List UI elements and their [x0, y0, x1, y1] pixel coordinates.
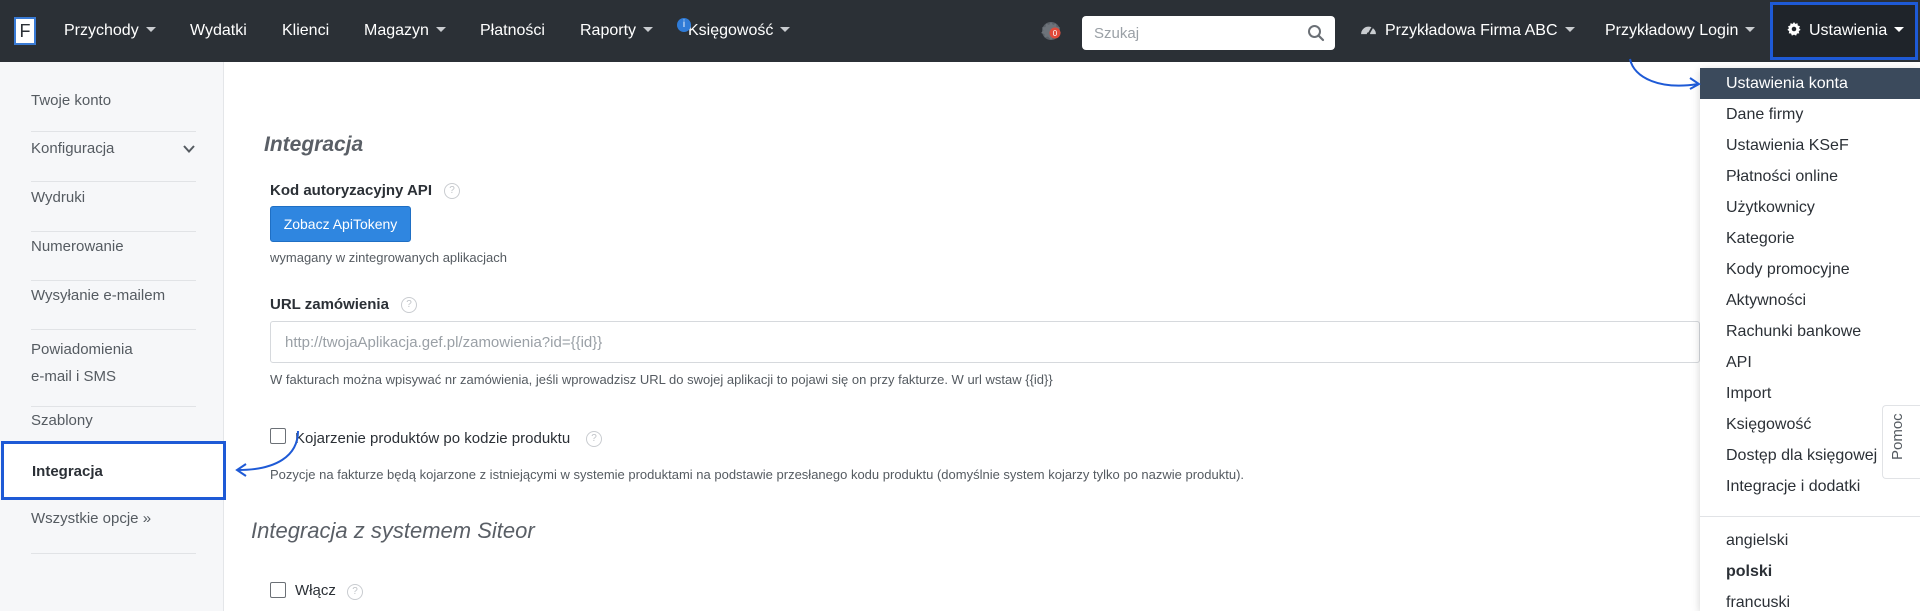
view-api-tokens-button[interactable]: Zobacz ApiTokeny: [270, 206, 411, 242]
menu-item-rachunki-bankowe[interactable]: Rachunki bankowe: [1700, 316, 1920, 347]
caret-down-icon: [145, 27, 156, 33]
sidebar-item-wysylanie[interactable]: Wysyłanie e-mailem: [31, 287, 196, 330]
menu-item-uzytkownicy[interactable]: Użytkownicy: [1700, 192, 1920, 223]
help-tab[interactable]: Pomoc: [1882, 405, 1920, 479]
login-selector[interactable]: Przykładowy Login: [1605, 0, 1756, 62]
nav-magazyn-label: Magazyn: [364, 22, 429, 39]
section-title: Integracja: [264, 133, 364, 156]
sidebar-item-integracja[interactable]: Integracja: [1, 441, 226, 500]
help-icon[interactable]: ?: [586, 431, 602, 447]
sidebar-item-powiadomienia[interactable]: Powiadomienia e-mail i SMS: [31, 336, 196, 407]
help-tab-label: Pomoc: [1889, 413, 1906, 460]
url-helper-text: W fakturach można wpisywać nr zamówienia…: [270, 372, 1053, 387]
sidebar-item-numerowanie[interactable]: Numerowanie: [31, 238, 196, 281]
company-name: Przykładowa Firma ABC: [1385, 22, 1558, 39]
dashboard-gauge-icon: [1361, 26, 1376, 37]
menu-item-lang-angielski[interactable]: angielski: [1700, 525, 1920, 556]
api-helper-text: wymagany w zintegrowanych aplikacjach: [270, 250, 508, 265]
menu-item-aktywnosci[interactable]: Aktywności: [1700, 285, 1920, 316]
nav-raporty-label: Raporty: [580, 22, 637, 39]
sidebar-item-label: Integracja: [32, 463, 103, 480]
settings-label: Ustawienia: [1809, 22, 1888, 39]
menu-divider: [1700, 516, 1920, 517]
menu-item-lang-polski[interactable]: polski: [1700, 556, 1920, 587]
sidebar-item-wydruki[interactable]: Wydruki: [31, 189, 196, 232]
caret-down-icon: [780, 27, 791, 33]
caret-down-icon: [643, 27, 654, 33]
siteor-enable-checkbox[interactable]: [270, 582, 286, 598]
menu-item-ustawienia-ksef[interactable]: Ustawienia KSeF: [1700, 130, 1920, 161]
siteor-enable-label[interactable]: Włącz: [295, 582, 336, 599]
sidebar-item-label: Wydruki: [31, 189, 86, 206]
annotation-arrow-icon: [235, 430, 299, 477]
nav-przychody-label: Przychody: [64, 22, 139, 39]
menu-item-platnosci-online[interactable]: Płatności online: [1700, 161, 1920, 192]
menu-item-kody-promocyjne[interactable]: Kody promocyjne: [1700, 254, 1920, 285]
menu-item-ustawienia-konta[interactable]: Ustawienia konta: [1700, 68, 1920, 99]
nav-ksiegowosc-label: Księgowość: [688, 22, 774, 39]
notification-icon[interactable]: 0: [1040, 20, 1062, 42]
sidebar-notch: [211, 461, 219, 477]
notification-count: 0: [1053, 29, 1058, 38]
sidebar-item-label: Szablony: [31, 412, 93, 429]
sidebar-item-wszystkie-opcje[interactable]: Wszystkie opcje »: [31, 510, 196, 554]
nav-platnosci[interactable]: Płatności: [480, 0, 545, 62]
sidebar-item-label: Twoje konto: [31, 92, 112, 109]
sidebar-item-label: Wysyłanie e-mailem: [31, 287, 166, 304]
sidebar-item-label: Konfiguracja: [31, 140, 115, 157]
settings-button[interactable]: Ustawienia: [1770, 2, 1918, 60]
sidebar-item-konfiguracja[interactable]: Konfiguracja: [31, 140, 196, 182]
url-label: URL zamówienia: [270, 296, 389, 313]
caret-down-icon: [1564, 27, 1575, 33]
nav-raporty[interactable]: Raporty: [580, 0, 654, 62]
sidebar-item-label: e-mail i SMS: [31, 368, 117, 385]
login-name: Przykładowy Login: [1605, 22, 1739, 39]
nav-ksiegowosc[interactable]: Księgowość: [688, 0, 791, 62]
sidebar: Twoje konto Konfiguracja Wydruki Numerow…: [0, 62, 224, 611]
sidebar-item-label: Numerowanie: [31, 238, 124, 255]
search-input[interactable]: [1082, 16, 1292, 50]
help-icon[interactable]: ?: [444, 183, 460, 199]
order-url-input[interactable]: [271, 322, 1699, 362]
sidebar-item-label: Powiadomienia: [31, 341, 133, 358]
caret-down-icon: [435, 27, 446, 33]
info-badge: i: [677, 18, 691, 32]
gear-icon: [1787, 21, 1801, 36]
nav-platnosci-label: Płatności: [480, 22, 545, 39]
menu-item-kategorie[interactable]: Kategorie: [1700, 223, 1920, 254]
menu-item-lang-francuski[interactable]: francuski: [1700, 587, 1920, 611]
sidebar-item-twoje-konto[interactable]: Twoje konto: [31, 92, 196, 132]
chevron-down-icon: [183, 145, 195, 153]
api-label: Kod autoryzacyjny API: [270, 182, 432, 199]
company-selector[interactable]: Przykładowa Firma ABC: [1360, 0, 1575, 62]
menu-item-api[interactable]: API: [1700, 347, 1920, 378]
nav-klienci[interactable]: Klienci: [282, 0, 329, 62]
nav-przychody[interactable]: Przychody: [64, 0, 156, 62]
caret-down-icon: [1745, 27, 1756, 33]
nav-magazyn[interactable]: Magazyn: [364, 0, 446, 62]
search-box: [1082, 16, 1335, 50]
settings-dropdown-menu: Ustawienia konta Dane firmy Ustawienia K…: [1700, 68, 1920, 611]
menu-item-dane-firmy[interactable]: Dane firmy: [1700, 99, 1920, 130]
sidebar-item-label: Wszystkie opcje »: [31, 510, 152, 527]
siteor-section-title: Integracja z systemem Siteor: [251, 518, 535, 543]
caret-down-icon: [1894, 27, 1905, 33]
top-navbar: F Przychody Wydatki Klienci Magazyn Płat…: [0, 0, 1920, 62]
help-icon[interactable]: ?: [401, 297, 417, 313]
order-url-field: [270, 321, 1700, 363]
search-icon[interactable]: [1307, 24, 1325, 42]
nav-wydatki[interactable]: Wydatki: [190, 0, 247, 62]
app-logo[interactable]: F: [14, 17, 36, 45]
product-code-helper-text: Pozycje na fakturze będą kojarzone z ist…: [270, 467, 1245, 482]
nav-klienci-label: Klienci: [282, 22, 330, 39]
annotation-arrow-icon: [1629, 58, 1701, 90]
nav-wydatki-label: Wydatki: [190, 22, 247, 39]
help-icon[interactable]: ?: [347, 584, 363, 600]
product-code-label[interactable]: Kojarzenie produktów po kodzie produktu: [295, 430, 570, 447]
